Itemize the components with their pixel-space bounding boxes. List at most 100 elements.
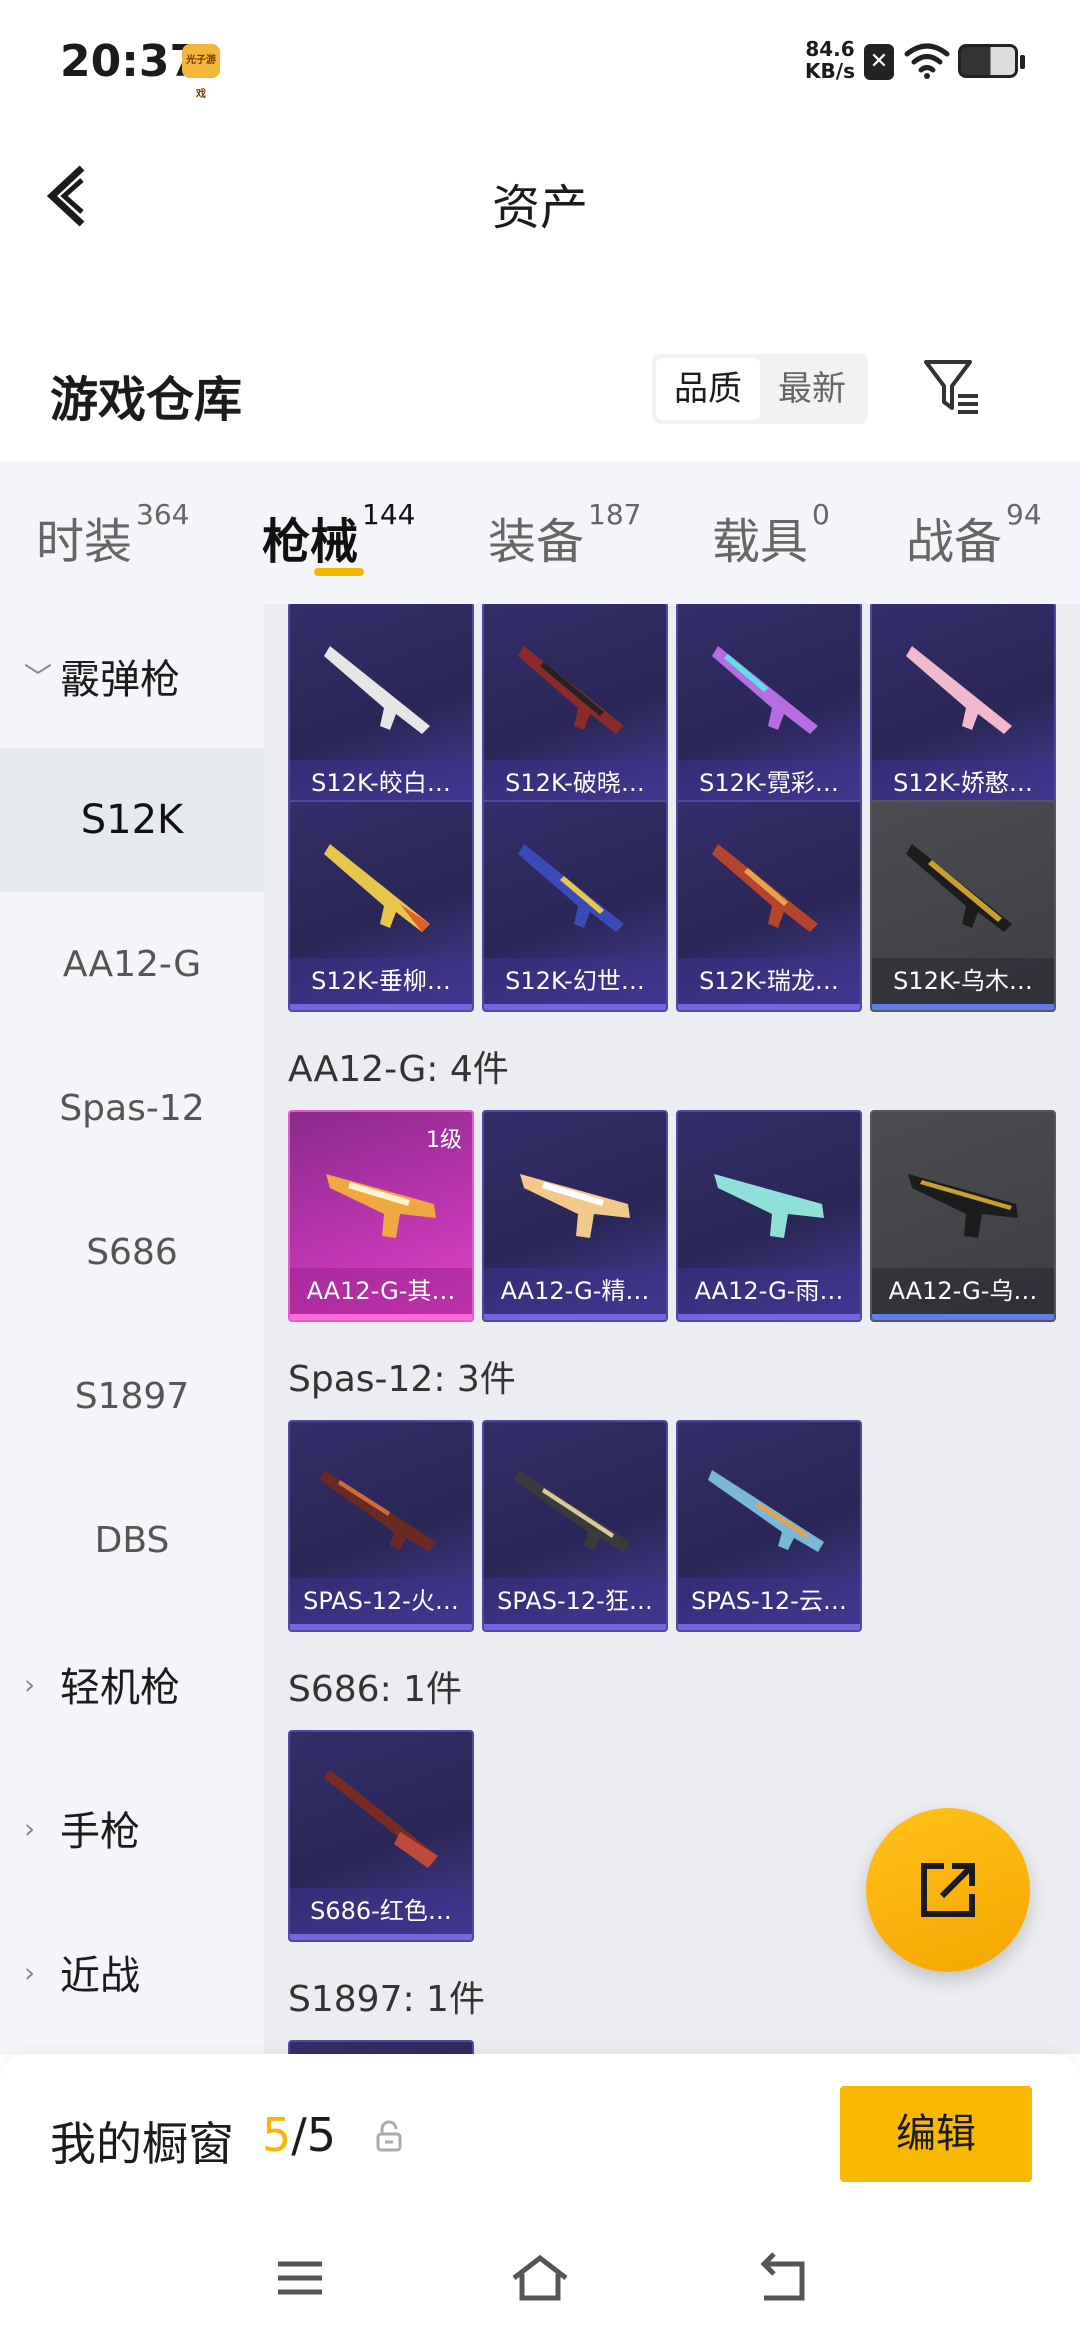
weapon-card[interactable]: S12K-幻世…	[482, 800, 668, 1012]
chevron-down-icon: ﹀	[24, 661, 53, 694]
sort-quality-option[interactable]: 品质	[656, 358, 760, 420]
sidebar-item-s686[interactable]: S686	[0, 1180, 264, 1324]
tab-label: 枪械	[262, 514, 359, 570]
showcase-total: /5	[291, 2108, 337, 2162]
weapon-card[interactable]: SPAS-12-狂…	[482, 1420, 668, 1632]
tab-label: 装备	[488, 514, 585, 570]
share-icon	[921, 1863, 975, 1917]
status-time: 20:37	[60, 36, 201, 87]
sidebar-group-pistol[interactable]: › 手枪	[0, 1756, 264, 1900]
showcase-count: 5/5	[262, 2108, 336, 2162]
weapon-card[interactable]	[288, 2040, 474, 2054]
weapon-card[interactable]: 1级 AA12-G-其…	[288, 1110, 474, 1322]
weapon-card[interactable]: AA12-G-雨…	[676, 1110, 862, 1322]
sidebar-item-s1897[interactable]: S1897	[0, 1324, 264, 1468]
showcase-bar: 我的橱窗 5/5 编辑	[0, 2054, 1080, 2214]
weapon-level-badge: 1级	[426, 1128, 462, 1153]
weapon-skin-image	[908, 1174, 1018, 1238]
rarity-bar	[290, 1624, 472, 1630]
weapon-skin-image	[712, 844, 818, 932]
chevron-right-icon: ›	[24, 1955, 36, 1989]
weapon-skin-image	[520, 1174, 630, 1238]
group-title-s686: S686: 1件	[288, 1669, 463, 1710]
weapon-skin-image	[320, 1470, 436, 1552]
tab-count: 364	[136, 498, 190, 531]
sidebar-item-aa12g[interactable]: AA12-G	[0, 892, 264, 1036]
filter-icon[interactable]	[920, 356, 984, 420]
sidebar-item-s12k[interactable]: S12K	[0, 748, 264, 892]
tab-fashion[interactable]: 时装 364	[36, 498, 189, 572]
weapon-card[interactable]: S12K-娇憨…	[870, 604, 1056, 814]
showcase-label: 我的橱窗	[50, 2117, 234, 2171]
chevron-right-icon: ›	[24, 1811, 36, 1845]
system-nav-bar	[0, 2214, 1080, 2344]
weapon-skin-image	[906, 646, 1012, 734]
sidebar-item-spas12[interactable]: Spas-12	[0, 1036, 264, 1180]
weapon-card-label: S12K-垂柳…	[290, 958, 472, 1004]
weapon-card-label: AA12-G-乌…	[872, 1268, 1054, 1314]
rarity-bar	[484, 1004, 666, 1010]
weapon-card-label: S12K-幻世…	[484, 958, 666, 1004]
back-nav-icon[interactable]	[752, 2250, 812, 2306]
weapon-card[interactable]: SPAS-12-云…	[676, 1420, 862, 1632]
weapon-card[interactable]: SPAS-12-火…	[288, 1420, 474, 1632]
group-title-aa12g: AA12-G: 4件	[288, 1049, 509, 1090]
rarity-bar	[678, 1624, 860, 1630]
sidebar-group-label: 霰弹枪	[60, 657, 180, 703]
weapon-card-label: S686-红色…	[290, 1888, 472, 1934]
tab-equipment[interactable]: 装备 187	[488, 498, 641, 572]
weapon-card[interactable]: S12K-乌木…	[870, 800, 1056, 1012]
rarity-bar	[484, 1314, 666, 1320]
weapon-card-label: AA12-G-雨…	[678, 1268, 860, 1314]
tab-supplies[interactable]: 战备 94	[906, 498, 1042, 572]
weapon-card-label: AA12-G-其…	[290, 1268, 472, 1314]
weapon-card[interactable]: S12K-皎白…	[288, 604, 474, 814]
tab-label: 载具	[712, 514, 809, 570]
sidebar-group-shotgun[interactable]: ﹀ 霰弹枪	[0, 604, 264, 748]
app-notification-icon: 光子游戏	[182, 44, 220, 100]
weapon-skin-image	[514, 1470, 630, 1552]
tab-guns[interactable]: 枪械 144	[262, 498, 415, 572]
weapon-card[interactable]: S12K-瑞龙…	[676, 800, 862, 1012]
edit-button[interactable]: 编辑	[840, 2086, 1032, 2182]
weapon-card[interactable]: S12K-霓彩…	[676, 604, 862, 814]
home-icon[interactable]	[510, 2250, 570, 2306]
weapon-card[interactable]: AA12-G-精…	[482, 1110, 668, 1322]
weapon-card-label: S12K-瑞龙…	[678, 958, 860, 1004]
share-button[interactable]	[866, 1808, 1030, 1972]
section-title: 游戏仓库	[50, 372, 243, 428]
sidebar-group-melee[interactable]: › 近战	[0, 1900, 264, 2044]
weapon-skin-image	[712, 646, 818, 734]
weapon-card-label: AA12-G-精…	[484, 1268, 666, 1314]
rarity-bar	[290, 1004, 472, 1010]
tab-count: 0	[812, 498, 830, 531]
tab-count: 187	[588, 498, 642, 531]
weapon-card-label: SPAS-12-狂…	[484, 1578, 666, 1624]
category-tabs: 时装 364 枪械 144 装备 187 载具 0 战备 94	[0, 462, 1080, 604]
sidebar-group-label: 轻机枪	[60, 1665, 180, 1711]
tab-vehicles[interactable]: 载具 0	[712, 498, 830, 572]
sidebar-group-lmg[interactable]: › 轻机枪	[0, 1612, 264, 1756]
weapon-card[interactable]: S12K-破晓…	[482, 604, 668, 814]
network-speed-unit: KB/s	[805, 59, 855, 83]
network-speed: 84.6 KB/s	[800, 38, 860, 82]
weapon-card[interactable]: S686-红色…	[288, 1730, 474, 1942]
weapon-skin-image	[714, 1174, 824, 1238]
sort-newest-option[interactable]: 最新	[760, 358, 864, 420]
weapon-card[interactable]: AA12-G-乌…	[870, 1110, 1056, 1322]
rarity-bar	[484, 1624, 666, 1630]
lock-icon	[376, 2120, 402, 2152]
group-title-spas12: Spas-12: 3件	[288, 1359, 516, 1400]
sidebar-item-dbs[interactable]: DBS	[0, 1468, 264, 1612]
menu-icon[interactable]	[270, 2250, 330, 2306]
showcase-current: 5	[262, 2108, 292, 2162]
active-tab-indicator	[314, 568, 364, 576]
weapon-skin-image	[324, 1770, 438, 1868]
wifi-icon	[904, 43, 950, 79]
weapon-skin-image	[906, 844, 1012, 932]
tab-label: 时装	[36, 514, 133, 570]
weapon-card-label: SPAS-12-云…	[678, 1578, 860, 1624]
no-sim-icon: ✕	[864, 44, 894, 80]
weapon-card[interactable]: S12K-垂柳…	[288, 800, 474, 1012]
weapon-skin-image	[518, 844, 624, 932]
